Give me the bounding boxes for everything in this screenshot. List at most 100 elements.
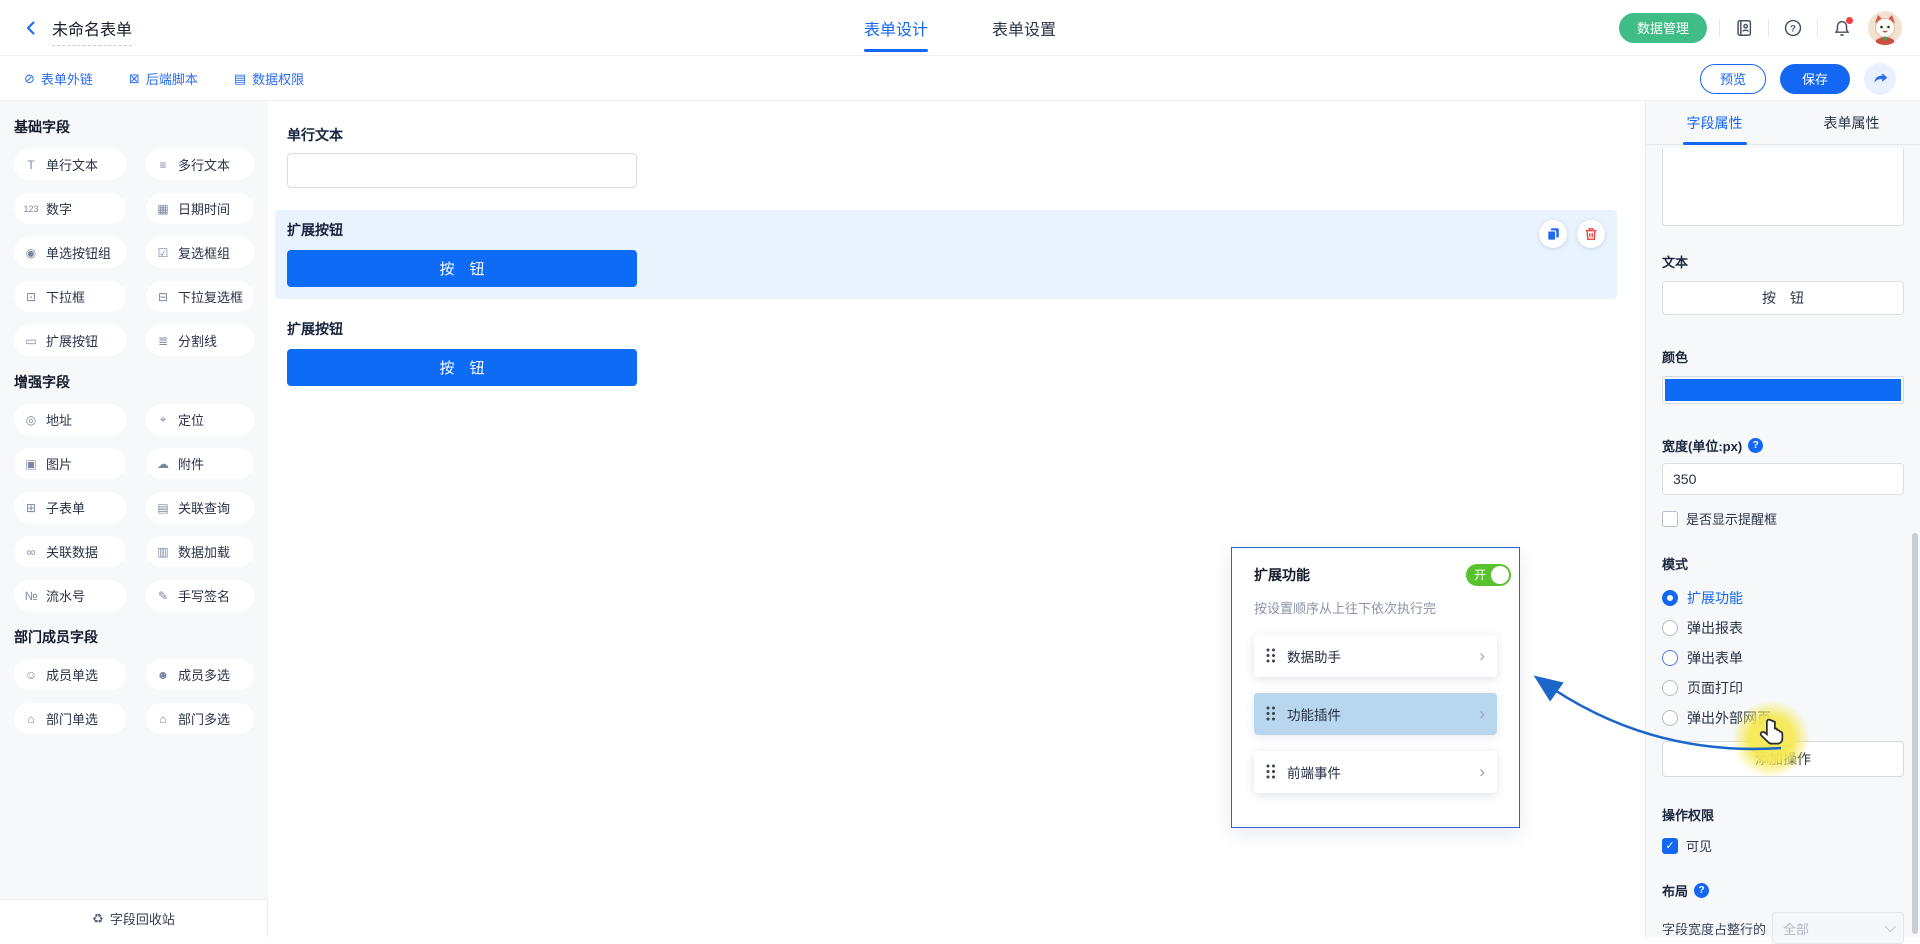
field-pill-address[interactable]: ◎ 地址 — [14, 404, 126, 435]
field-pill-image[interactable]: ▣ 图片 — [14, 448, 126, 479]
field-pill-member-multi[interactable]: ☻ 成员多选 — [146, 659, 254, 690]
field-pill-related-data[interactable]: ∞ 关联数据 — [14, 536, 126, 567]
single-line-text-input[interactable] — [287, 153, 637, 188]
mode-option-popup-external-page[interactable]: 弹出外部网页 — [1662, 703, 1904, 733]
field-pill-location[interactable]: ⌖ 定位 — [146, 404, 254, 435]
notification-bell-icon[interactable] — [1830, 16, 1854, 40]
field-pill-related-query[interactable]: ▤ 关联查询 — [146, 492, 254, 523]
image-icon: ▣ — [25, 456, 37, 471]
field-pill-divider[interactable]: ≣ 分割线 — [146, 325, 254, 356]
field-pill-attachment[interactable]: ☁ 附件 — [146, 448, 254, 479]
field-pill-dept-multi[interactable]: ⌂ 部门多选 — [146, 703, 254, 734]
extend-button[interactable]: 按 钮 — [287, 250, 637, 287]
mode-option-popup-report[interactable]: 弹出报表 — [1662, 613, 1904, 643]
recycle-icon: ♻ — [92, 910, 104, 926]
field-pill-single-line-text[interactable]: T 单行文本 — [14, 149, 126, 180]
checkbox-checked-icon[interactable]: ✓ — [1662, 837, 1678, 854]
popup-caption: 按设置顺序从上往下依次执行完 — [1254, 601, 1437, 616]
back-icon[interactable] — [20, 17, 42, 39]
field-pill-dept-single[interactable]: ⌂ 部门单选 — [14, 703, 126, 734]
popup-item-frontend-event[interactable]: 前端事件 › — [1254, 751, 1497, 793]
extend-function-popup: 扩展功能 开 按设置顺序从上往下依次执行完 数据助手 › 功能插件 › 前端事件… — [1231, 547, 1520, 828]
mode-option-page-print[interactable]: 页面打印 — [1662, 673, 1904, 703]
popup-item-function-plugin[interactable]: 功能插件 › — [1254, 693, 1497, 735]
tab-form-design[interactable]: 表单设计 — [863, 0, 929, 56]
radio-icon[interactable] — [1662, 620, 1678, 636]
app-header: 未命名表单 表单设计 表单设置 数据管理 ? — [0, 0, 1920, 56]
field-pill-multi-line-text[interactable]: ≡ 多行文本 — [146, 149, 254, 180]
data-permission-link[interactable]: ▤ 数据权限 — [234, 69, 304, 88]
extend-button[interactable]: 按 钮 — [287, 349, 637, 386]
field-pill-subform[interactable]: ⊞ 子表单 — [14, 492, 126, 523]
field-width-select[interactable]: 全部 — [1772, 912, 1904, 944]
share-button[interactable] — [1864, 62, 1896, 95]
field-recycle-bin[interactable]: ♻ 字段回收站 — [0, 899, 268, 937]
save-button[interactable]: 保存 — [1780, 63, 1850, 94]
field-pill-data-load[interactable]: ▥ 数据加载 — [146, 536, 254, 567]
canvas-field-single-line-text[interactable]: 单行文本 — [275, 115, 1617, 200]
panel-scrollbar[interactable] — [1912, 533, 1918, 934]
drag-handle-icon[interactable] — [1266, 706, 1277, 722]
width-input[interactable] — [1662, 463, 1904, 495]
related-query-icon: ▤ — [157, 500, 169, 515]
avatar[interactable] — [1868, 10, 1902, 45]
mode-option-extend-function[interactable]: 扩展功能 — [1662, 583, 1904, 613]
drag-handle-icon[interactable] — [1266, 648, 1277, 664]
radio-icon[interactable] — [1662, 710, 1678, 726]
field-pill-serial-number[interactable]: № 流水号 — [14, 580, 126, 611]
field-pill-dropdown[interactable]: ⊡ 下拉框 — [14, 281, 126, 312]
show-reminder-checkbox[interactable]: 是否显示提醒框 — [1662, 509, 1904, 528]
button-text-input[interactable] — [1662, 281, 1904, 315]
mode-option-popup-form[interactable]: 弹出表单 — [1662, 643, 1904, 673]
dropdown-icon: ⊡ — [25, 289, 37, 304]
contacts-book-icon[interactable] — [1732, 16, 1756, 40]
canvas-field-extend-button[interactable]: 扩展按钮 按 钮 — [275, 309, 1617, 398]
field-pill-number[interactable]: 123 数字 — [14, 193, 126, 224]
dept-multi-icon: ⌂ — [159, 711, 167, 726]
field-description-textarea[interactable] — [1662, 148, 1904, 226]
tab-field-properties[interactable]: 字段属性 — [1646, 101, 1783, 144]
backend-script-link[interactable]: ⊠ 后端脚本 — [129, 69, 198, 88]
field-pill-checkbox-group[interactable]: ☑ 复选框组 — [146, 237, 254, 268]
svg-text:?: ? — [1790, 23, 1796, 34]
radio-icon[interactable] — [1662, 650, 1678, 666]
field-pill-member-single[interactable]: ☺ 成员单选 — [14, 659, 126, 690]
help-icon[interactable]: ? — [1781, 16, 1805, 40]
popup-item-data-assistant[interactable]: 数据助手 › — [1254, 635, 1497, 677]
tab-form-settings[interactable]: 表单设置 — [992, 0, 1056, 56]
color-label: 颜色 — [1662, 350, 1689, 365]
field-label: 扩展按钮 — [287, 222, 343, 238]
form-external-link[interactable]: ⊘ 表单外链 — [24, 69, 93, 88]
visible-checkbox[interactable]: ✓ 可见 — [1662, 836, 1904, 855]
field-pill-dropdown-multi[interactable]: ⊟ 下拉复选框 — [146, 281, 254, 312]
field-pill-datetime[interactable]: ▦ 日期时间 — [146, 193, 254, 224]
field-pill-signature[interactable]: ✎ 手写签名 — [146, 580, 254, 611]
form-title[interactable]: 未命名表单 — [52, 21, 133, 46]
checkbox-unchecked-icon[interactable] — [1662, 510, 1678, 527]
data-manage-button[interactable]: 数据管理 — [1618, 12, 1707, 43]
field-pill-extend-button[interactable]: ▭ 扩展按钮 — [14, 325, 126, 356]
address-icon: ◎ — [25, 412, 37, 427]
preview-button[interactable]: 预览 — [1700, 63, 1766, 94]
extend-function-toggle[interactable]: 开 — [1466, 564, 1511, 586]
backend-script-icon: ⊠ — [128, 70, 140, 86]
radio-icon[interactable] — [1662, 680, 1678, 696]
radio-selected-icon[interactable] — [1662, 590, 1678, 606]
form-toolbar: ⊘ 表单外链 ⊠ 后端脚本 ▤ 数据权限 预览 保存 — [0, 57, 1920, 101]
add-action-button[interactable]: 添加操作 — [1662, 741, 1904, 777]
related-data-icon: ∞ — [26, 544, 36, 559]
tab-form-properties[interactable]: 表单属性 — [1783, 101, 1920, 144]
color-picker[interactable] — [1662, 376, 1904, 404]
trash-icon — [1585, 228, 1597, 240]
width-help-icon[interactable]: ? — [1748, 438, 1764, 453]
field-pill-radio-group[interactable]: ◉ 单选按钮组 — [14, 237, 126, 268]
drag-handle-icon[interactable] — [1266, 764, 1277, 780]
layout-help-icon[interactable]: ? — [1694, 883, 1710, 898]
serial-number-icon: № — [24, 588, 38, 603]
copy-field-button[interactable] — [1539, 220, 1567, 248]
layout-label: 布局 — [1662, 884, 1689, 899]
divider — [1768, 18, 1769, 37]
canvas-field-extend-button-selected[interactable]: 扩展按钮 按 钮 — [275, 210, 1617, 299]
delete-field-button[interactable] — [1577, 220, 1605, 248]
chevron-down-icon — [1884, 920, 1897, 933]
